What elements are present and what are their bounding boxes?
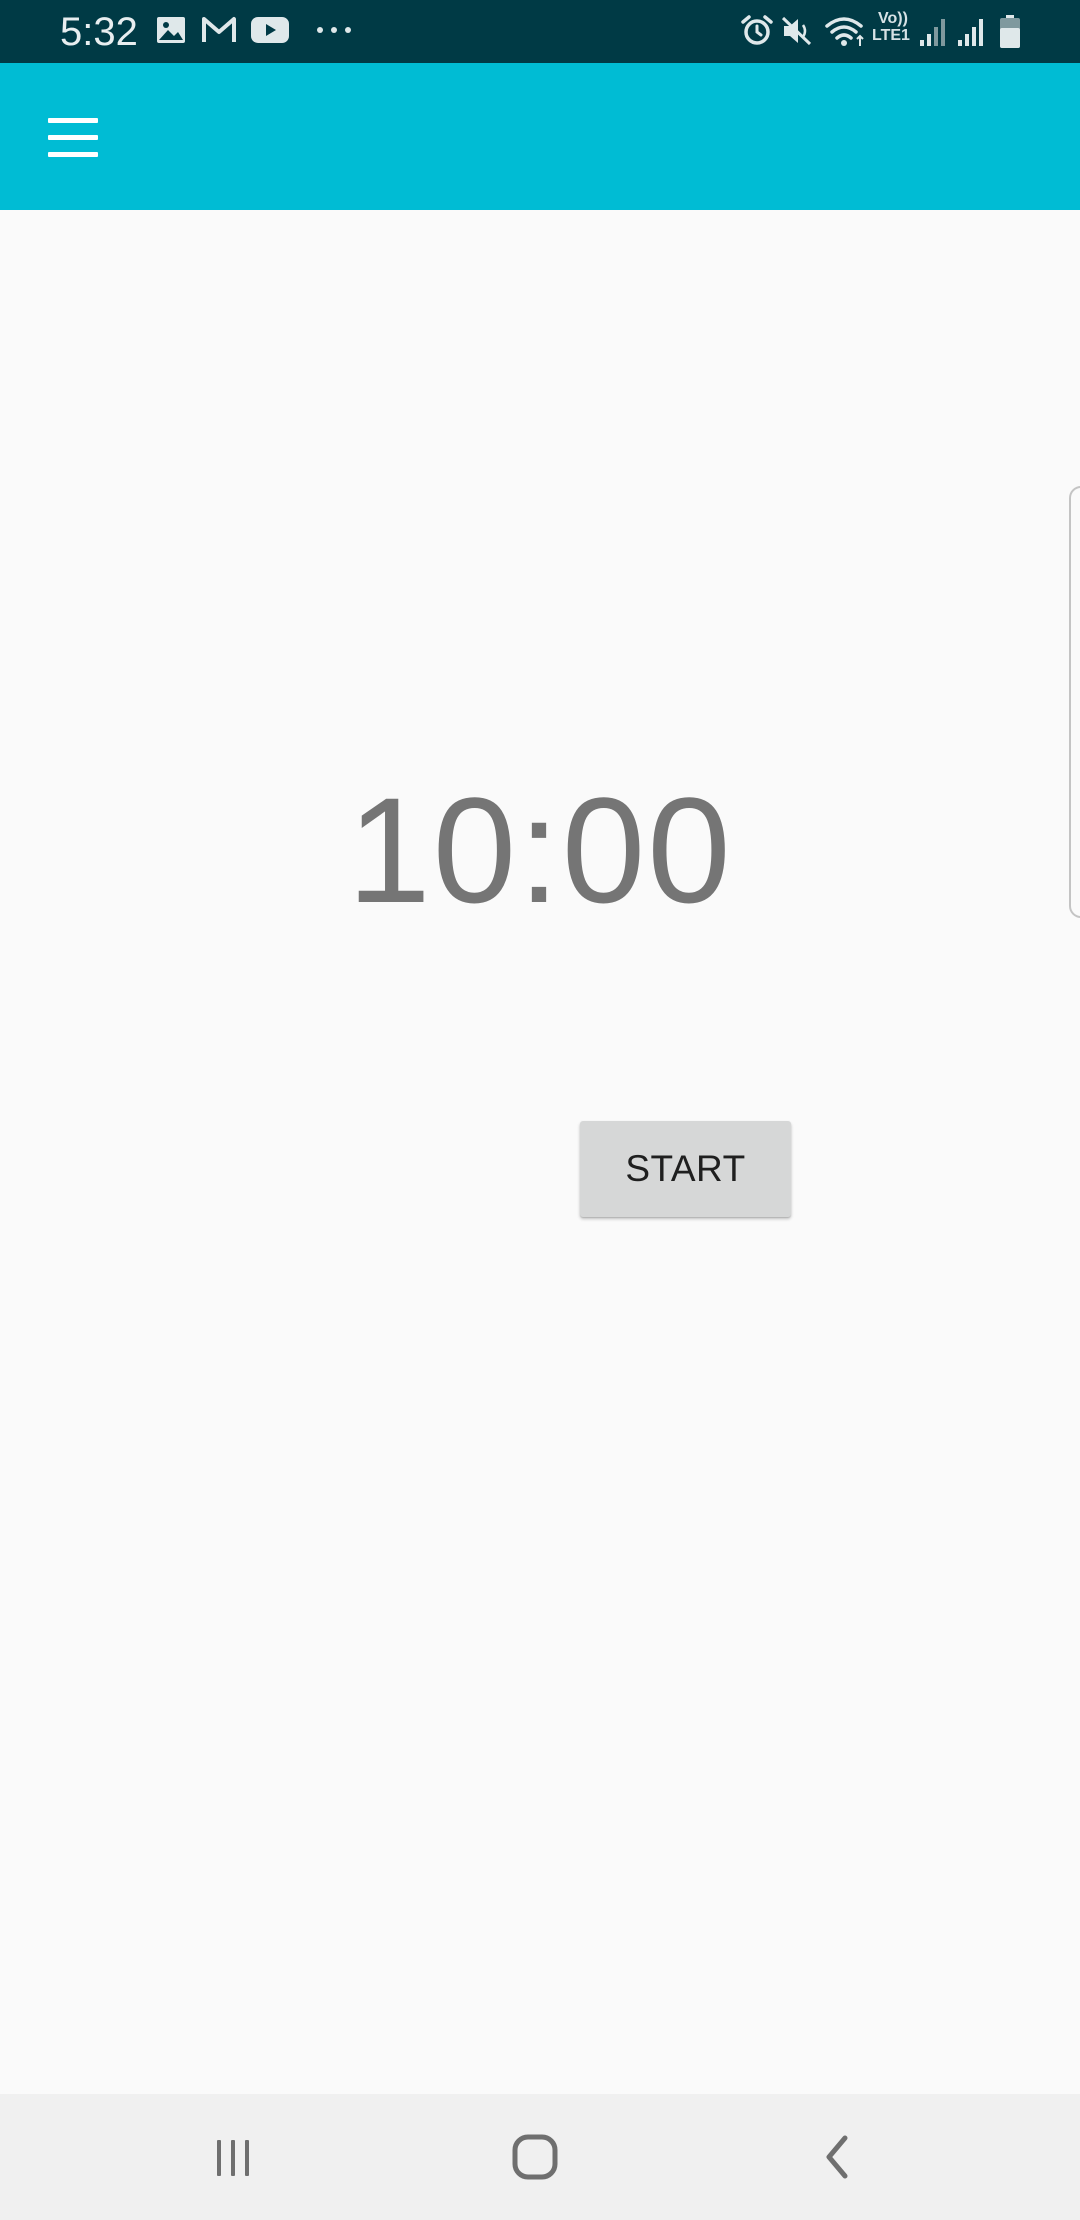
edge-panel-handle[interactable] — [1069, 486, 1080, 918]
back-icon[interactable] — [792, 2124, 882, 2190]
volte-label: Vo)) — [878, 10, 908, 27]
hamburger-menu-icon[interactable] — [28, 99, 118, 175]
recent-apps-icon[interactable] — [188, 2124, 278, 2190]
start-button[interactable]: START — [580, 1121, 791, 1217]
mute-icon — [780, 14, 814, 48]
lte-label: LTE1 — [872, 27, 910, 44]
app-bar — [0, 63, 1080, 210]
gallery-icon — [155, 14, 187, 46]
timer-screen: 5:32 Vo)) LTE1 10:00 START — [0, 0, 1080, 2220]
battery-icon — [998, 14, 1022, 50]
alarm-icon — [740, 14, 774, 48]
status-time: 5:32 — [60, 10, 138, 54]
signal-icon — [918, 16, 948, 48]
home-icon[interactable] — [490, 2124, 580, 2190]
signal-icon-2 — [956, 16, 986, 48]
gmail-icon — [200, 14, 238, 46]
status-bar: 5:32 Vo)) LTE1 — [0, 0, 1080, 63]
navigation-bar — [0, 2094, 1080, 2220]
network-type-label: Vo)) LTE1 — [872, 10, 910, 44]
youtube-icon — [250, 14, 290, 46]
more-dots-icon — [314, 20, 354, 40]
timer-display: 10:00 — [347, 766, 733, 934]
wifi-icon — [824, 14, 868, 48]
